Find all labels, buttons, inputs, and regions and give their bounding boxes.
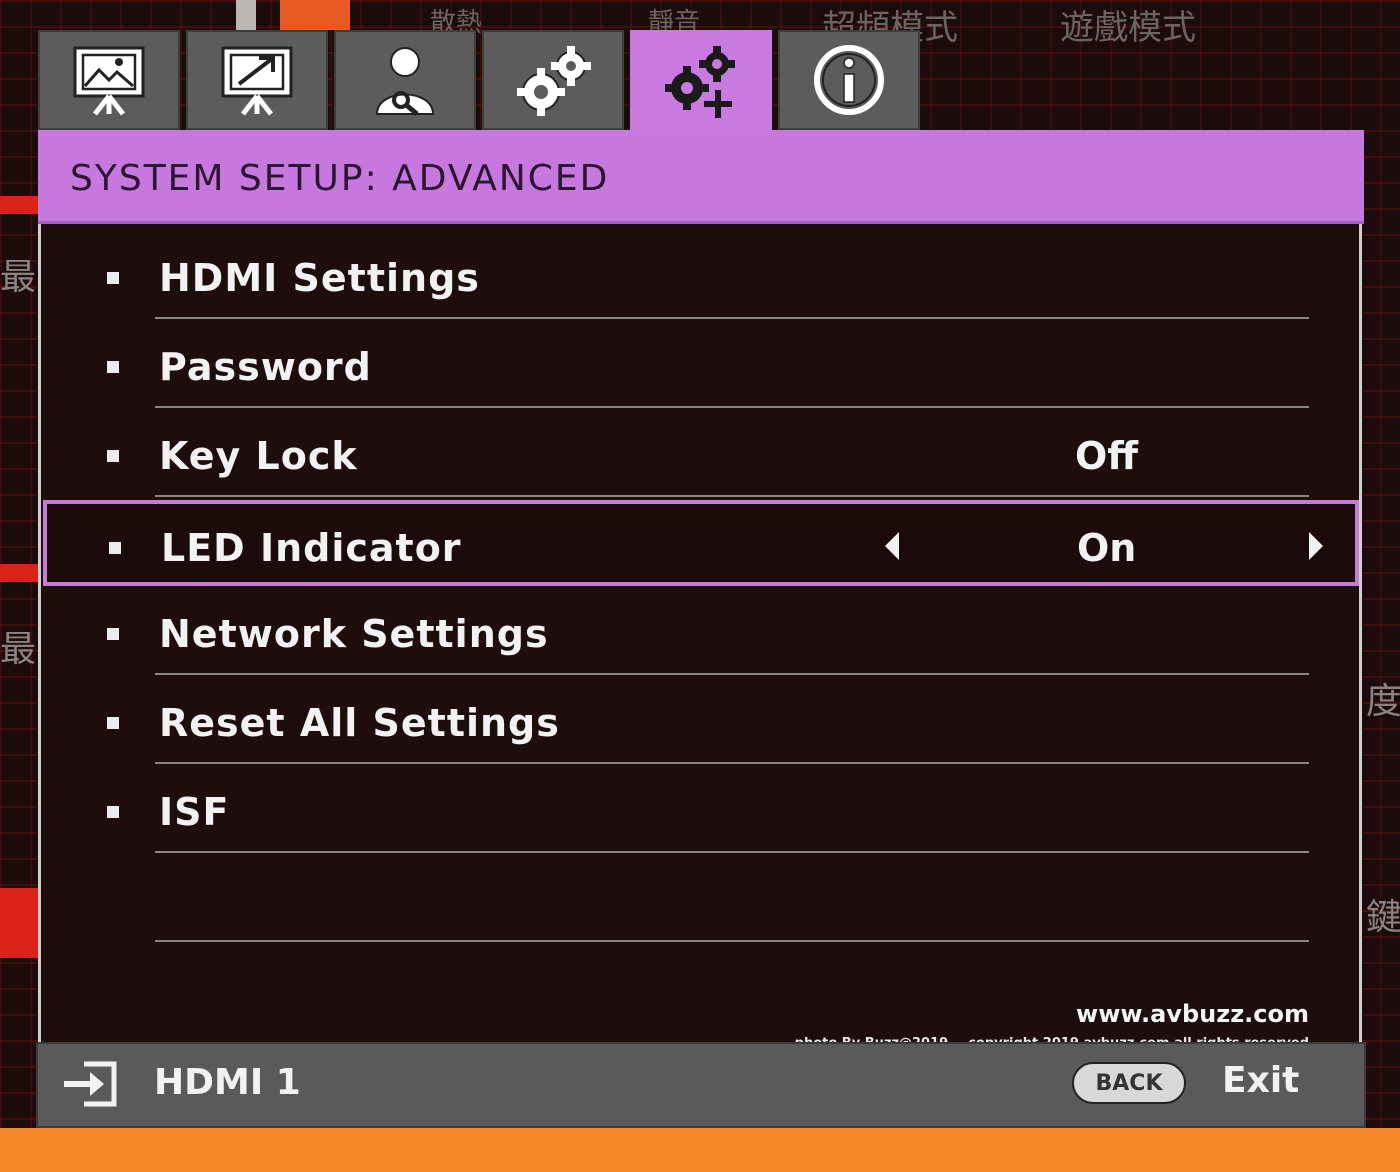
menu-item-label: HDMI Settings [159,256,480,300]
menu-item-led-indicator[interactable]: LED Indicator On [43,500,1359,586]
menu-item-label: Password [159,345,372,389]
chevron-left-icon[interactable] [885,532,899,560]
bullet-icon [107,717,119,729]
background-label: 度 [1366,681,1400,722]
background-label: 最 [0,629,37,670]
bullet-icon [107,806,119,818]
page-title: SYSTEM SETUP: ADVANCED [70,158,610,199]
background-bar [0,1128,1400,1172]
menu-panel: HDMI Settings Password Key Lock Off LED … [38,224,1362,1051]
menu-header: SYSTEM SETUP: ADVANCED [38,130,1364,224]
osd-menu: SYSTEM SETUP: ADVANCED HDMI Settings Pas… [36,30,1366,1128]
picture-presentation-icon [73,46,145,116]
back-button[interactable]: BACK [1072,1062,1186,1104]
menu-item-hdmi-settings[interactable]: HDMI Settings [41,230,1359,319]
background-label: 最 [0,257,37,298]
menu-item-reset-all-settings[interactable]: Reset All Settings [41,675,1359,764]
tab-system-setup-advanced[interactable] [630,30,772,134]
background-bar [236,0,256,30]
bullet-icon [107,628,119,640]
menu-item-network-settings[interactable]: Network Settings [41,586,1359,675]
info-icon [814,45,884,115]
menu-item-value: On [1077,526,1137,570]
background-bar [0,888,40,958]
background-label: 鍵 [1366,897,1400,938]
gears-icon [517,46,591,116]
menu-item-label: ISF [159,790,230,834]
tab-picture[interactable] [38,30,180,130]
watermark-url: www.avbuzz.com [1076,1000,1309,1028]
menu-item-label: Reset All Settings [159,701,560,745]
chevron-right-icon[interactable] [1309,532,1323,560]
divider [155,940,1309,942]
tab-system-setup-basic[interactable] [482,30,624,130]
menu-item-label: LED Indicator [161,526,462,570]
background-bar [0,196,40,214]
input-source-label: HDMI 1 [154,1062,301,1103]
tab-display[interactable] [186,30,328,130]
menu-item-value: Off [1075,434,1139,478]
bullet-icon [109,542,121,554]
divider [155,495,1309,497]
tab-installation[interactable] [334,30,476,130]
background-bar [280,0,350,30]
bullet-icon [107,450,119,462]
menu-footer: HDMI 1 BACK Exit [36,1042,1366,1128]
user-wrench-icon [375,47,435,116]
menu-item-password[interactable]: Password [41,319,1359,408]
menu-item-label: Key Lock [159,434,358,478]
bullet-icon [107,272,119,284]
menu-item-isf[interactable]: ISF [41,764,1359,853]
menu-item-empty [41,853,1359,942]
background-bar [0,564,40,582]
gears-plus-icon [665,46,735,118]
input-source-icon [64,1061,117,1107]
display-expand-icon [221,46,293,116]
tab-information[interactable] [778,30,920,130]
menu-item-label: Network Settings [159,612,549,656]
menu-item-key-lock[interactable]: Key Lock Off [41,408,1359,497]
exit-label: Exit [1222,1060,1300,1101]
bullet-icon [107,361,119,373]
